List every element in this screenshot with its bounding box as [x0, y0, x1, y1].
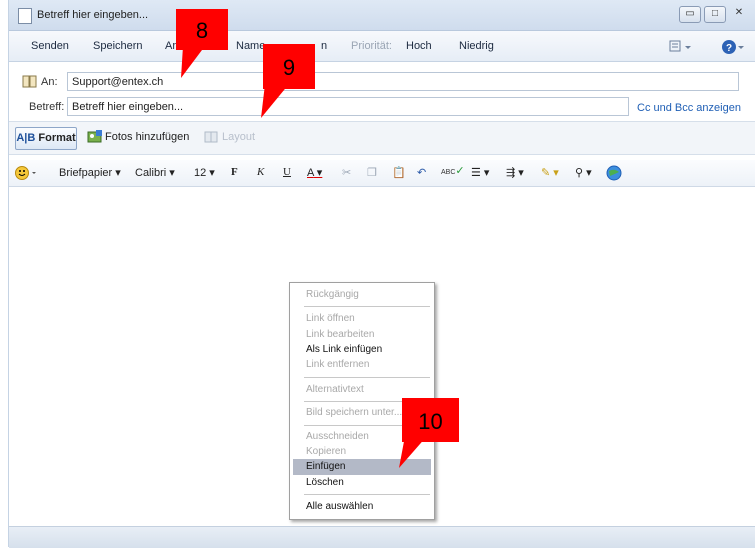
list-icon[interactable]: ☰ ▾ — [471, 166, 489, 179]
status-bar — [9, 526, 755, 548]
annotation-9: 9 — [263, 44, 315, 89]
check-names-button[interactable]: Name — [236, 40, 265, 52]
attach-button[interactable]: Ar — [165, 40, 176, 52]
italic-button[interactable]: K — [257, 166, 264, 178]
paste-icon[interactable]: 📋 — [392, 166, 406, 179]
menu-separator — [304, 306, 430, 307]
underline-button[interactable]: U — [283, 166, 291, 178]
mail-compose-window: Betreff hier eingeben... ▭ □ ✕ Senden Sp… — [8, 0, 755, 548]
menu-item-paste-as-link[interactable]: Als Link einfügen — [290, 342, 434, 358]
svg-text:?: ? — [726, 43, 732, 54]
address-book-icon[interactable] — [22, 75, 38, 88]
format-toolbar: Briefpapier ▾ Calibri ▾ 12 ▾ F K U A ▾ ✂… — [9, 160, 755, 187]
stationery-dropdown[interactable]: Briefpapier ▾ — [59, 166, 121, 179]
document-icon — [18, 8, 32, 24]
annotation-8-arrow — [181, 46, 205, 78]
emoticon-icon[interactable] — [15, 165, 39, 181]
format-tab[interactable]: A|B Format — [15, 127, 77, 150]
subject-row: Betreff: Betreff hier eingeben... Cc und… — [9, 96, 755, 118]
bold-button[interactable]: F — [231, 166, 238, 178]
layout-icon — [204, 131, 218, 143]
menu-item-delete[interactable]: Löschen — [290, 475, 434, 491]
menu-separator — [304, 494, 430, 495]
indent-icon[interactable]: ⇶ ▾ — [506, 166, 524, 179]
font-dropdown[interactable]: Calibri ▾ — [135, 166, 175, 179]
save-button[interactable]: Speichern — [93, 40, 143, 52]
menu-item-undo[interactable]: Rückgängig — [290, 287, 434, 303]
format-tab-label: Format — [38, 132, 76, 144]
layout-button[interactable]: Layout — [222, 131, 255, 143]
add-photos-button[interactable]: Fotos hinzufügen — [105, 131, 189, 143]
format-icon: A|B — [16, 132, 36, 144]
copy-icon[interactable]: ❐ — [367, 166, 377, 179]
to-label: An: — [41, 76, 58, 88]
check-button[interactable]: n — [321, 40, 327, 52]
priority-low-button[interactable]: Niedrig — [459, 40, 494, 52]
main-toolbar: Senden Speichern Ar Name n Priorität: Ho… — [9, 31, 755, 62]
window-title: Betreff hier eingeben... — [37, 9, 149, 21]
help-icon[interactable]: ? — [721, 39, 745, 55]
insert-toolbar: A|B Format Fotos hinzufügen Layout — [9, 121, 755, 155]
cc-bcc-link[interactable]: Cc und Bcc anzeigen — [637, 102, 741, 114]
menu-item-edit-link[interactable]: Link bearbeiten — [290, 327, 434, 343]
send-button[interactable]: Senden — [31, 40, 69, 52]
annotation-10-arrow — [399, 436, 427, 468]
subject-label: Betreff: — [29, 101, 65, 113]
undo-icon[interactable]: ↶ — [417, 166, 426, 179]
to-row: An: Support@entex.ch — [9, 71, 755, 93]
menu-item-select-all[interactable]: Alle auswählen — [290, 499, 434, 515]
menu-item-open-link[interactable]: Link öffnen — [290, 311, 434, 327]
priority-label: Priorität: — [351, 40, 392, 52]
close-button[interactable]: ✕ — [729, 6, 749, 21]
cut-icon[interactable]: ✂ — [342, 166, 351, 179]
link-icon[interactable]: ⚲ ▾ — [575, 166, 592, 179]
highlight-icon[interactable]: ✎ ▾ — [541, 166, 559, 179]
options-menu-icon[interactable] — [669, 40, 693, 54]
font-color-button[interactable]: A ▾ — [307, 166, 322, 179]
subject-input[interactable]: Betreff hier eingeben... — [67, 97, 629, 116]
annotation-9-arrow — [261, 84, 289, 118]
title-bar: Betreff hier eingeben... ▭ □ ✕ — [9, 0, 755, 31]
web-icon[interactable] — [606, 165, 622, 181]
minimize-button[interactable]: ▭ — [679, 6, 701, 23]
to-input[interactable]: Support@entex.ch — [67, 72, 739, 91]
annotation-8: 8 — [176, 9, 228, 50]
menu-item-alt-text[interactable]: Alternativtext — [290, 382, 434, 398]
menu-item-remove-link[interactable]: Link entfernen — [290, 357, 434, 373]
photo-add-icon — [87, 130, 102, 143]
menu-separator — [304, 377, 430, 378]
maximize-button[interactable]: □ — [704, 6, 726, 23]
priority-high-button[interactable]: Hoch — [406, 40, 432, 52]
spellcheck-icon[interactable]: ABC✓ — [441, 164, 465, 177]
font-size-dropdown[interactable]: 12 ▾ — [194, 166, 215, 179]
